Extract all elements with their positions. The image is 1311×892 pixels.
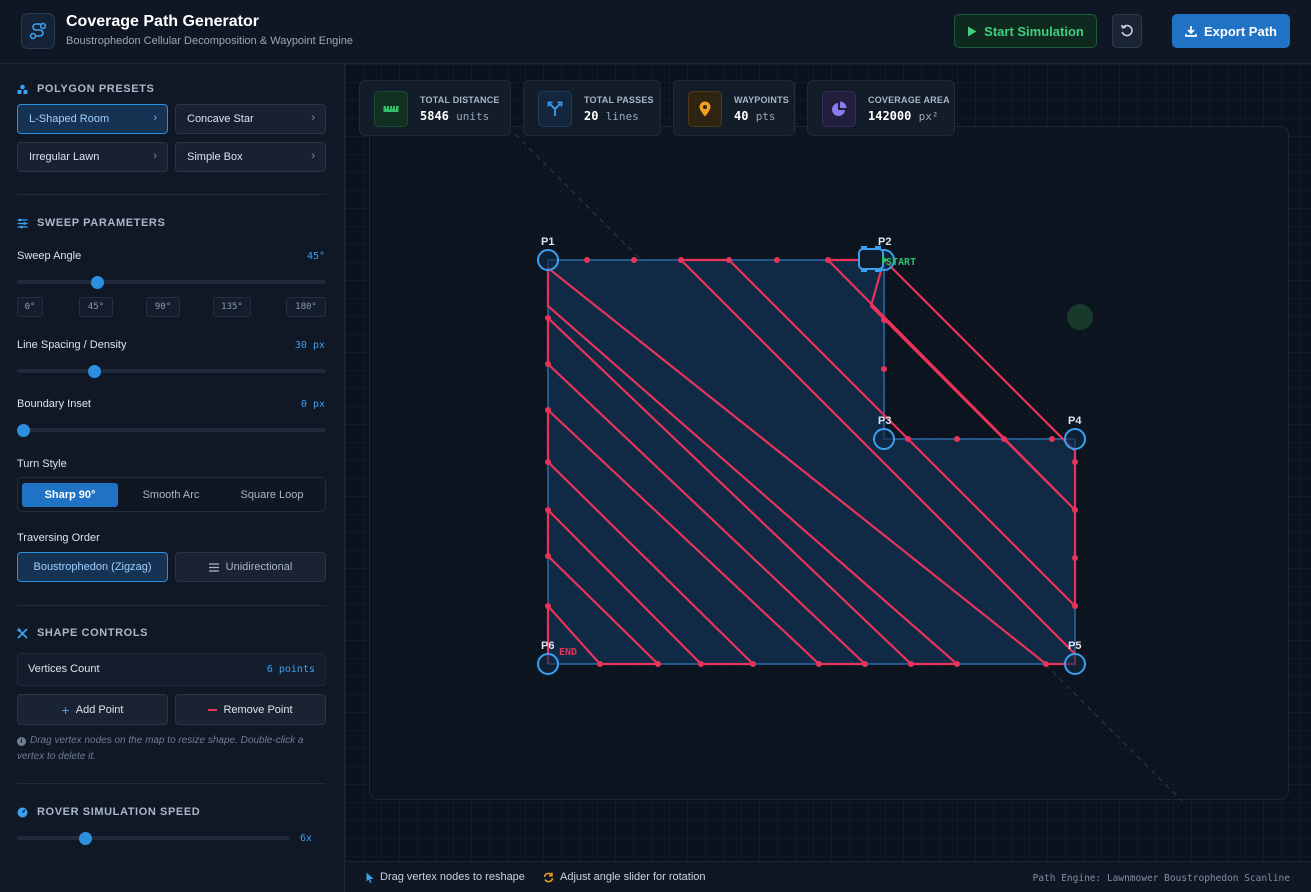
sidebar: POLYGON PRESETS L-Shaped Room › Concave S… — [0, 64, 345, 892]
sweep-angle-thumb[interactable] — [91, 275, 104, 289]
chevron-right-icon: › — [311, 112, 315, 124]
plus-icon: + — [61, 701, 70, 718]
vertex-label-p2: P2 — [878, 236, 891, 248]
turn-style-square-loop[interactable]: Square Loop — [224, 483, 320, 507]
traversing-order-label: Traversing Order — [17, 532, 100, 544]
divider — [17, 605, 326, 606]
app-title: Coverage Path Generator — [66, 13, 259, 30]
play-icon — [968, 26, 977, 36]
angle-tick-180[interactable]: 180° — [286, 297, 326, 317]
vertex-label-p4: P4 — [1068, 415, 1082, 427]
cursor-icon — [366, 872, 374, 883]
chevron-right-icon: › — [153, 112, 157, 124]
angle-tick-90[interactable]: 90° — [146, 297, 180, 317]
map-canvas[interactable]: TOTAL DISTANCE 5846 units TOTAL PASSES 2… — [345, 64, 1311, 861]
line-spacing-slider[interactable] — [17, 364, 326, 378]
shape-hint: i Drag vertex nodes on the map to resize … — [17, 735, 304, 762]
line-spacing-thumb[interactable] — [88, 364, 102, 378]
boundary-inset-slider[interactable] — [17, 423, 326, 437]
export-path-label: Export Path — [1204, 23, 1277, 39]
order-unidirectional-button[interactable]: Unidirectional — [175, 552, 326, 582]
vertices-count-value: 6 points — [266, 664, 315, 675]
angle-tick-135[interactable]: 135° — [213, 297, 251, 317]
chevron-right-icon: › — [153, 150, 157, 162]
start-simulation-button[interactable]: Start Simulation — [954, 14, 1097, 48]
reset-icon — [1120, 24, 1133, 37]
start-label: START — [886, 257, 916, 268]
speedometer-icon — [17, 807, 28, 817]
start-simulation-label: Start Simulation — [984, 23, 1084, 39]
angle-tick-0[interactable]: 0° — [17, 297, 43, 317]
status-bar: Drag vertex nodes to reshape Adjust angl… — [345, 861, 1311, 892]
sweep-angle-label: Sweep Angle — [17, 250, 82, 262]
shape-controls-heading: SHAPE CONTROLS — [17, 627, 148, 639]
turn-style-sharp[interactable]: Sharp 90° — [22, 483, 118, 507]
preset-l-shaped-room[interactable]: L-Shaped Room › — [17, 104, 168, 134]
vertex-label-p6: P6 — [541, 640, 554, 652]
chevron-right-icon: › — [311, 150, 315, 162]
sweep-heading: SWEEP PARAMETERS — [17, 217, 165, 229]
vertices-count-row: Vertices Count 6 points — [17, 653, 326, 686]
add-point-button[interactable]: + Add Point — [17, 694, 168, 725]
vertex-handle[interactable] — [873, 428, 895, 450]
sliders-icon — [17, 218, 28, 228]
minus-icon — [208, 708, 218, 711]
app-header: Coverage Path Generator Boustrophedon Ce… — [0, 0, 1311, 64]
order-boustrophedon-button[interactable]: Boustrophedon (Zigzag) — [17, 552, 168, 582]
app-subtitle: Boustrophedon Cellular Decomposition & W… — [66, 35, 353, 47]
rover-speed-value: 6x — [300, 833, 313, 844]
footer-drag-hint: Drag vertex nodes to reshape — [366, 871, 525, 883]
preset-concave-star[interactable]: Concave Star › — [175, 104, 326, 134]
preset-irregular-lawn[interactable]: Irregular Lawn › — [17, 142, 168, 172]
preset-simple-box[interactable]: Simple Box › — [175, 142, 326, 172]
vertex-label-p5: P5 — [1068, 640, 1081, 652]
vertex-handle[interactable] — [537, 249, 559, 271]
info-icon: i — [17, 737, 26, 746]
turn-style-smooth-arc[interactable]: Smooth Arc — [123, 483, 219, 507]
vertex-label-p1: P1 — [541, 236, 554, 248]
rover-marker — [1067, 304, 1093, 330]
reset-button[interactable] — [1112, 14, 1142, 48]
vertex-label-p3: P3 — [878, 415, 891, 427]
sweep-angle-value: 45° — [306, 251, 325, 262]
turn-style-selector: Sharp 90° Smooth Arc Square Loop — [17, 477, 326, 512]
footer-angle-hint: Adjust angle slider for rotation — [543, 871, 706, 883]
end-label: END — [559, 647, 577, 658]
download-icon — [1185, 26, 1197, 37]
vertices-count-label: Vertices Count — [28, 663, 100, 675]
export-path-button[interactable]: Export Path — [1172, 14, 1290, 48]
divider — [17, 194, 326, 195]
coverage-polygon — [547, 259, 1076, 665]
remove-point-button[interactable]: Remove Point — [175, 694, 326, 725]
rover-speed-slider[interactable] — [17, 831, 290, 845]
vertex-handle[interactable] — [537, 653, 559, 675]
tools-icon — [17, 627, 28, 639]
rover-speed-thumb[interactable] — [79, 831, 93, 845]
shapes-icon — [17, 84, 28, 94]
boundary-inset-label: Boundary Inset — [17, 398, 91, 410]
route-logo-icon — [21, 13, 55, 49]
rover-speed-heading: ROVER SIMULATION SPEED — [17, 806, 200, 818]
angle-tick-45[interactable]: 45° — [79, 297, 113, 317]
presets-heading: POLYGON PRESETS — [17, 83, 154, 95]
sync-icon — [543, 872, 554, 882]
boundary-inset-thumb[interactable] — [17, 423, 30, 437]
sweep-angle-slider[interactable] — [17, 275, 326, 289]
line-spacing-value: 30 px — [294, 340, 325, 351]
line-spacing-label: Line Spacing / Density — [17, 339, 127, 351]
lines-icon — [208, 562, 219, 572]
coverage-map: P1 P2 P3 P4 P5 P6 START END — [514, 133, 1183, 802]
divider — [17, 783, 326, 784]
rover-icon — [858, 246, 884, 272]
vertex-handle[interactable] — [1064, 428, 1086, 450]
engine-label: Path Engine: Lawnmower Boustrophedon Sca… — [1032, 873, 1290, 884]
turn-style-label: Turn Style — [17, 458, 67, 470]
boundary-inset-value: 0 px — [300, 399, 325, 410]
vertex-handle[interactable] — [1064, 653, 1086, 675]
